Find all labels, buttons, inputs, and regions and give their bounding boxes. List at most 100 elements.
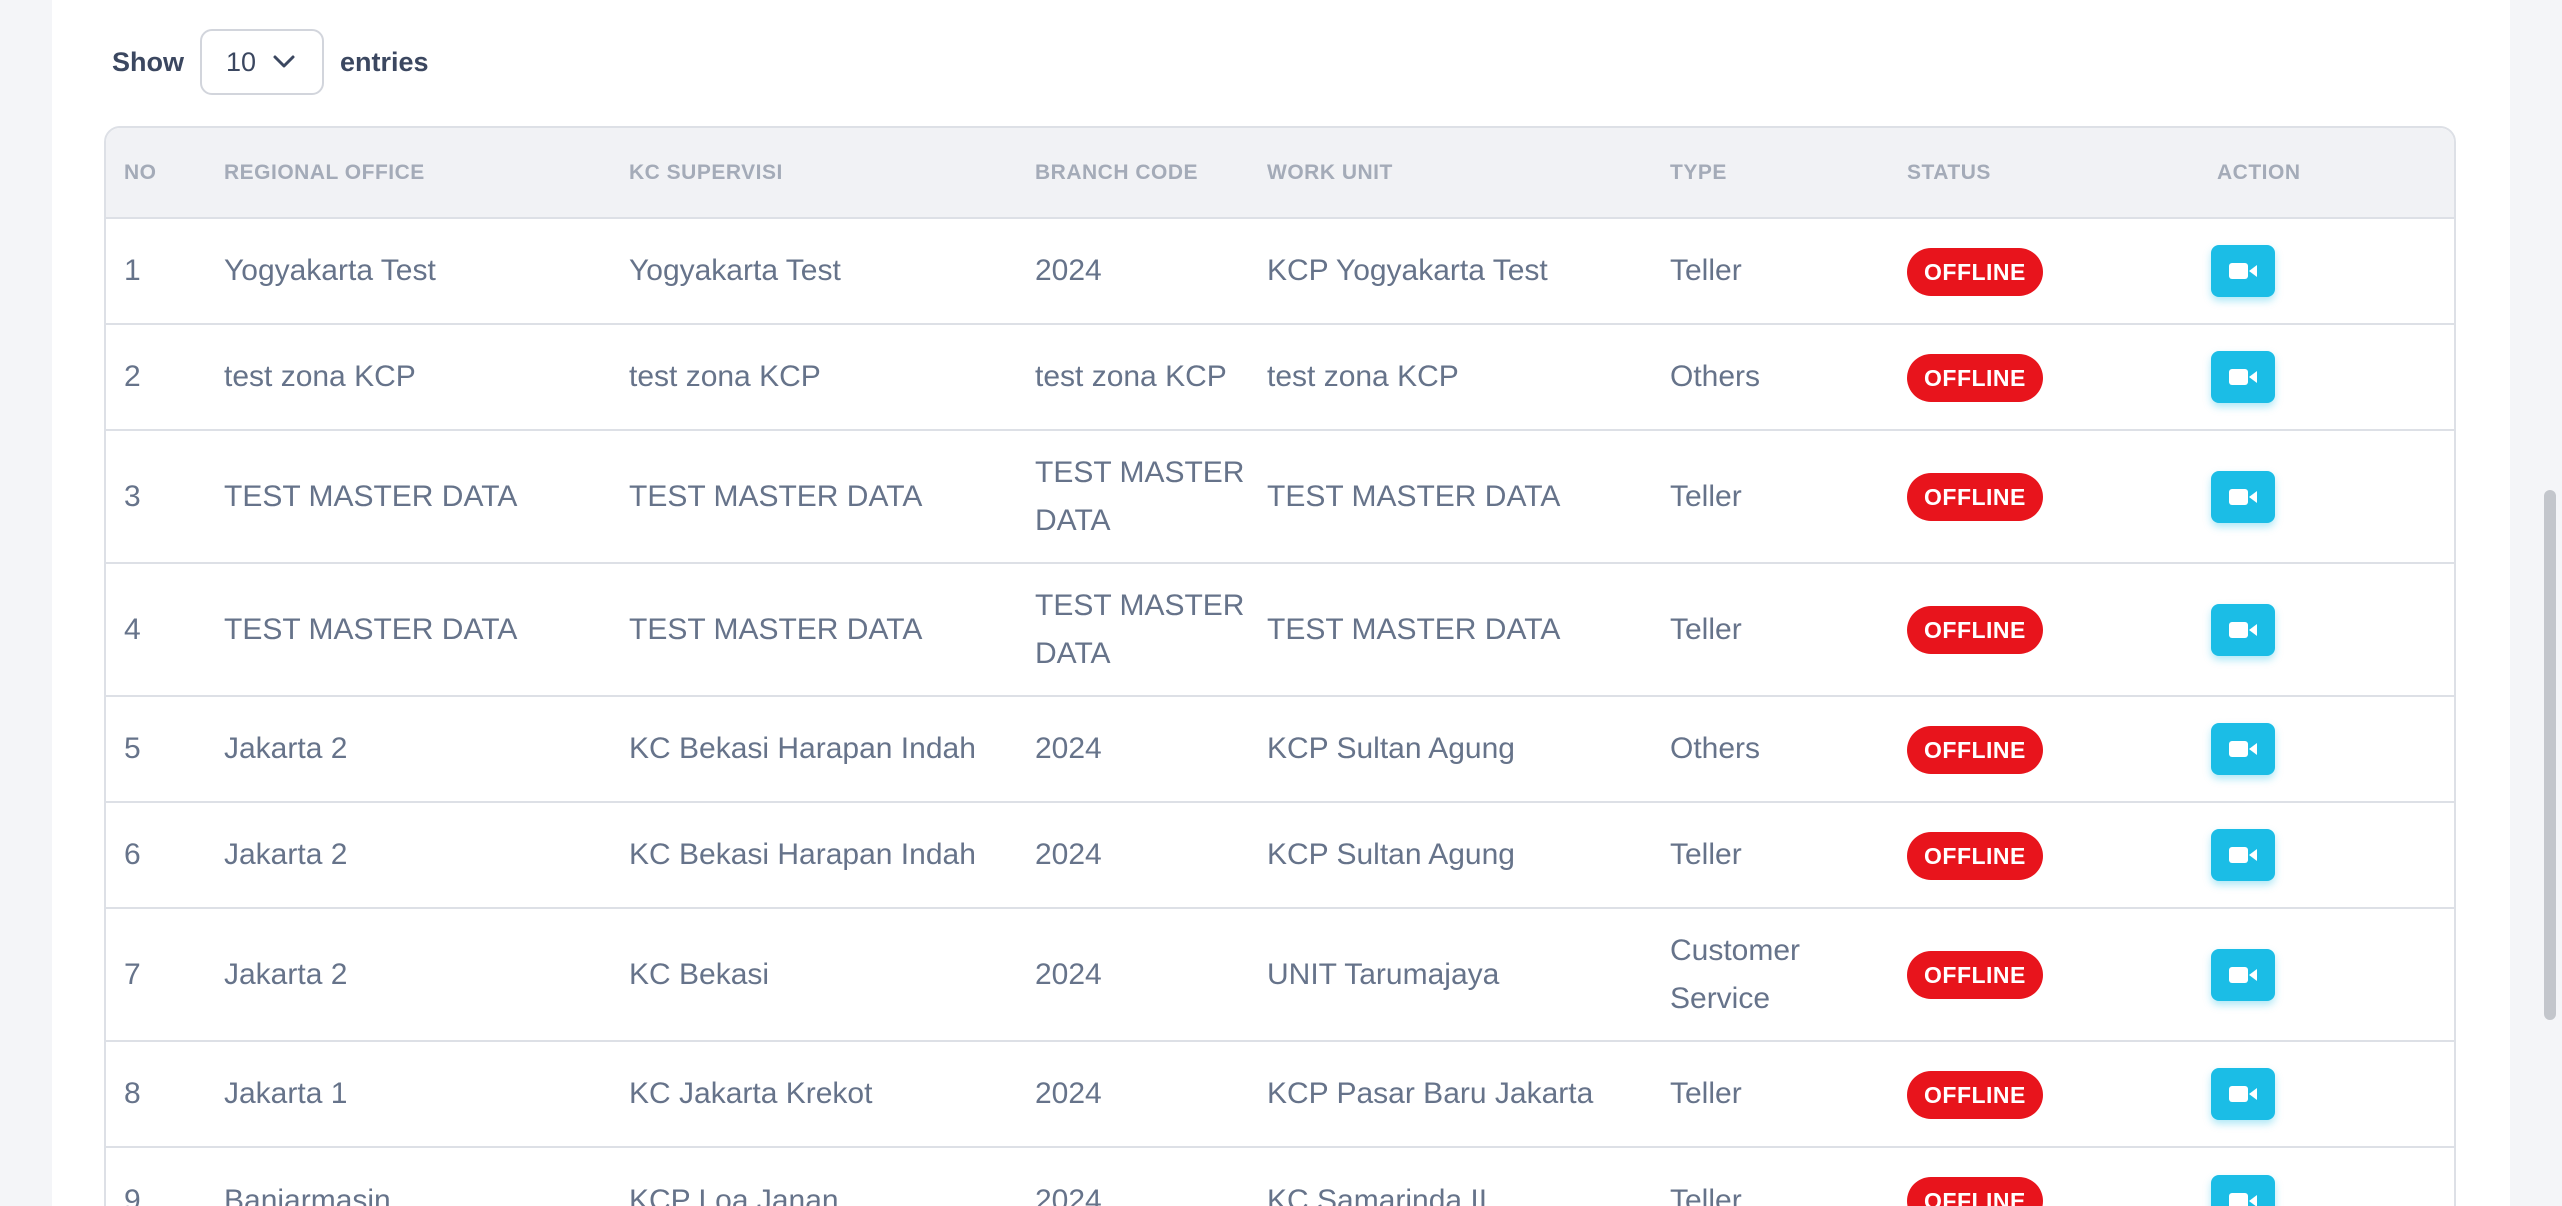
- cell-work-unit: KCP Sultan Agung: [1249, 801, 1652, 908]
- cell-status: OFFLINE: [1889, 562, 2199, 696]
- cell-kc-supervisi: KCP Loa Janan: [611, 1146, 1017, 1206]
- status-badge: OFFLINE: [1907, 473, 2043, 521]
- status-badge: OFFLINE: [1907, 725, 2043, 774]
- status-badge: OFFLINE: [1907, 606, 2043, 654]
- cell-kc-supervisi: test zona KCP: [611, 323, 1017, 430]
- video-call-button[interactable]: [2211, 723, 2275, 775]
- video-camera-icon: [2228, 964, 2258, 986]
- status-badge: OFFLINE: [1907, 951, 2043, 999]
- cell-work-unit: KC Samarinda II: [1249, 1146, 1652, 1206]
- column-header[interactable]: WORK UNIT: [1249, 128, 1652, 218]
- cell-branch-code: TEST MASTER DATA: [1017, 429, 1249, 563]
- video-camera-icon: [2228, 486, 2258, 508]
- video-call-button[interactable]: [2211, 603, 2275, 656]
- video-camera-icon: [2228, 619, 2258, 641]
- cell-no: 8: [106, 1040, 206, 1147]
- cell-status: OFFLINE: [1889, 217, 2199, 324]
- video-camera-icon: [2228, 260, 2258, 282]
- cell-regional-office: test zona KCP: [206, 323, 611, 430]
- cell-kc-supervisi: TEST MASTER DATA: [611, 562, 1017, 696]
- cell-branch-code: 2024: [1017, 1040, 1249, 1147]
- cell-no: 4: [106, 562, 206, 696]
- cell-kc-supervisi: KC Jakarta Krekot: [611, 1040, 1017, 1147]
- column-header[interactable]: REGIONAL OFFICE: [206, 128, 611, 218]
- cell-work-unit: test zona KCP: [1249, 323, 1652, 430]
- video-camera-icon: [2228, 738, 2258, 760]
- status-badge: OFFLINE: [1907, 831, 2043, 880]
- cell-no: 5: [106, 695, 206, 802]
- status-badge: OFFLINE: [1907, 1177, 2043, 1206]
- table-row: 3 TEST MASTER DATA TEST MASTER DATA TEST MA…: [106, 429, 2454, 563]
- video-call-button[interactable]: [2211, 829, 2275, 881]
- table-row: 4 TEST MASTER DATA TEST MASTER DATA TEST MA…: [106, 562, 2454, 696]
- video-call-button[interactable]: [2211, 948, 2275, 1001]
- table-row: 6 Jakarta 2 KC Bekasi Harapan Indah 2024 KCP…: [106, 801, 2454, 908]
- status-badge: OFFLINE: [1907, 353, 2043, 402]
- vertical-scrollbar[interactable]: [2540, 0, 2562, 1206]
- table-row: 5 Jakarta 2 KC Bekasi Harapan Indah 2024 KCP…: [106, 695, 2454, 802]
- column-header[interactable]: BRANCH CODE: [1017, 128, 1249, 218]
- cell-no: 1: [106, 217, 206, 324]
- cell-branch-code: test zona KCP: [1017, 323, 1249, 430]
- cell-status: OFFLINE: [1889, 1040, 2199, 1147]
- cell-action: [2199, 907, 2454, 1041]
- cell-status: OFFLINE: [1889, 695, 2199, 802]
- video-call-button[interactable]: [2211, 351, 2275, 403]
- cell-no: 6: [106, 801, 206, 908]
- cell-regional-office: Jakarta 2: [206, 907, 611, 1041]
- cell-kc-supervisi: KC Bekasi Harapan Indah: [611, 695, 1017, 802]
- page-size-value: 10: [226, 46, 257, 77]
- cell-status: OFFLINE: [1889, 429, 2199, 563]
- cell-work-unit: KCP Pasar Baru Jakarta: [1249, 1040, 1652, 1147]
- show-label: Show: [112, 46, 184, 77]
- cell-branch-code: 2024: [1017, 217, 1249, 324]
- cell-action: [2199, 1040, 2454, 1147]
- video-call-button[interactable]: [2211, 470, 2275, 523]
- scrollbar-thumb[interactable]: [2544, 490, 2556, 1020]
- cell-work-unit: UNIT Tarumajaya: [1249, 907, 1652, 1041]
- content-card: Show 10 entries NO REGIONAL OFFICE KC SU…: [52, 0, 2510, 1206]
- video-camera-icon: [2228, 366, 2258, 388]
- cell-type: Teller: [1652, 217, 1889, 324]
- cell-action: [2199, 695, 2454, 802]
- cell-type: Teller: [1652, 1146, 1889, 1206]
- cell-kc-supervisi: KC Bekasi Harapan Indah: [611, 801, 1017, 908]
- column-header[interactable]: NO: [106, 128, 206, 218]
- video-camera-icon: [2228, 844, 2258, 866]
- cell-regional-office: Banjarmasin: [206, 1146, 611, 1206]
- cell-type: Others: [1652, 323, 1889, 430]
- column-header[interactable]: ACTION: [2199, 128, 2454, 218]
- video-call-button[interactable]: [2211, 245, 2275, 297]
- cell-work-unit: TEST MASTER DATA: [1249, 429, 1652, 563]
- table-row: 2 test zona KCP test zona KCP test zona KCP…: [106, 323, 2454, 430]
- column-header[interactable]: TYPE: [1652, 128, 1889, 218]
- cell-regional-office: TEST MASTER DATA: [206, 429, 611, 563]
- video-camera-icon: [2228, 1083, 2258, 1105]
- cell-action: [2199, 217, 2454, 324]
- column-header[interactable]: STATUS: [1889, 128, 2199, 218]
- cell-status: OFFLINE: [1889, 1146, 2199, 1206]
- cell-action: [2199, 323, 2454, 430]
- cell-type: Teller: [1652, 1040, 1889, 1147]
- cell-regional-office: Jakarta 2: [206, 801, 611, 908]
- cell-regional-office: Jakarta 2: [206, 695, 611, 802]
- video-call-button[interactable]: [2211, 1068, 2275, 1120]
- column-header[interactable]: KC SUPERVISI: [611, 128, 1017, 218]
- cell-regional-office: Jakarta 1: [206, 1040, 611, 1147]
- cell-status: OFFLINE: [1889, 323, 2199, 430]
- cell-type: Teller: [1652, 562, 1889, 696]
- cell-kc-supervisi: Yogyakarta Test: [611, 217, 1017, 324]
- video-call-button[interactable]: [2211, 1174, 2275, 1206]
- page-size-select[interactable]: 10: [200, 29, 324, 95]
- cell-no: 7: [106, 907, 206, 1041]
- video-camera-icon: [2228, 1190, 2258, 1206]
- cell-regional-office: Yogyakarta Test: [206, 217, 611, 324]
- cell-work-unit: TEST MASTER DATA: [1249, 562, 1652, 696]
- cell-status: OFFLINE: [1889, 801, 2199, 908]
- cell-work-unit: KCP Sultan Agung: [1249, 695, 1652, 802]
- cell-branch-code: 2024: [1017, 907, 1249, 1041]
- cell-action: [2199, 429, 2454, 563]
- chevron-down-icon: [270, 48, 298, 76]
- cell-type: Others: [1652, 695, 1889, 802]
- table-body: 1 Yogyakarta Test Yogyakarta Test 2024 KCP Y…: [106, 217, 2454, 1206]
